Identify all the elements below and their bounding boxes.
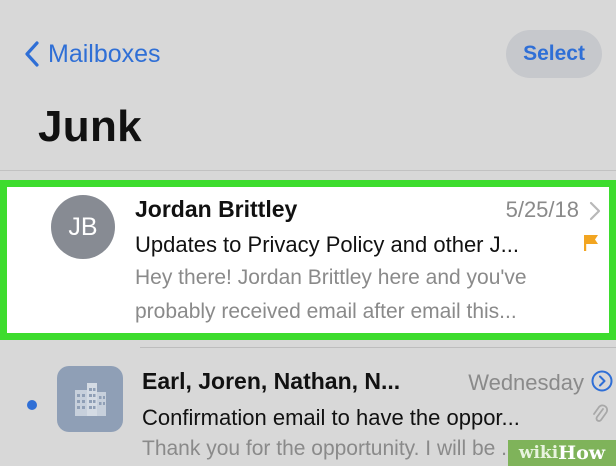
message-preview-line: Hey there! Jordan Brittley here and you'…	[135, 266, 527, 289]
message-date: 5/25/18	[505, 197, 579, 222]
sender-name: Earl, Joren, Nathan, N...	[142, 368, 401, 394]
back-label: Mailboxes	[48, 39, 161, 68]
back-to-mailboxes-button[interactable]: Mailboxes	[24, 36, 161, 72]
message-preview-line: Thank you for the opportunity. I will be…	[142, 437, 519, 460]
chevron-left-icon	[25, 41, 39, 67]
watermark-text-wiki: wiki	[518, 443, 559, 463]
message-row-jordan-brittley[interactable]: JB Jordan Brittley 5/25/18 Updates to Pr…	[0, 180, 616, 340]
divider	[140, 347, 616, 348]
mail-screen: Mailboxes Select Junk JB Jordan Brittley…	[0, 0, 616, 466]
building-icon	[57, 366, 123, 432]
wikihow-watermark: wiki How	[508, 440, 616, 466]
watermark-text-how: How	[558, 442, 606, 464]
page-title: Junk	[38, 102, 142, 151]
select-button[interactable]: Select	[506, 30, 602, 78]
sender-name: Jordan Brittley	[135, 196, 298, 222]
avatar: JB	[51, 195, 115, 259]
chevron-right-icon	[589, 201, 601, 221]
message-preview-line: probably received email after email this…	[135, 300, 517, 323]
unread-indicator	[27, 400, 37, 410]
info-icon[interactable]	[590, 369, 614, 393]
paperclip-icon	[593, 404, 608, 422]
message-subject: Confirmation email to have the oppor...	[142, 405, 520, 430]
message-date: Wednesday	[468, 370, 584, 395]
divider	[0, 170, 616, 171]
message-subject: Updates to Privacy Policy and other J...	[135, 232, 519, 257]
flag-icon	[584, 235, 598, 251]
